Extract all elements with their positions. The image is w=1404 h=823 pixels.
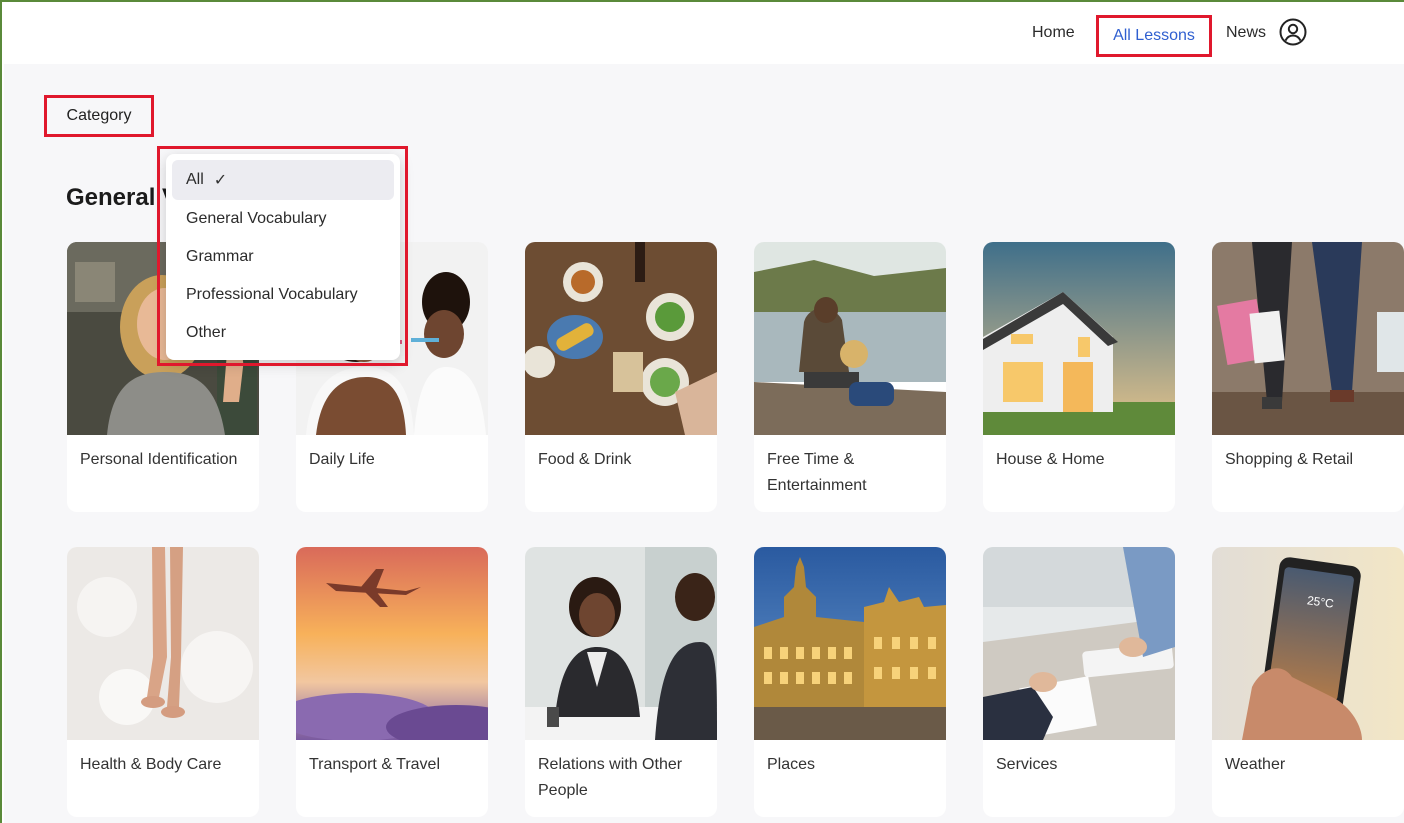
lesson-image-food-table: [525, 242, 717, 435]
lesson-card-shopping-retail[interactable]: Shopping & Retail: [1212, 242, 1404, 512]
lesson-card-label: Places: [767, 756, 816, 773]
lesson-image-business-meeting: [525, 547, 717, 740]
check-icon: ✓: [213, 172, 228, 189]
lesson-card-label: Personal Identification: [80, 451, 238, 468]
lessons-page: Category General Vocabulary Personal Ide…: [4, 64, 1404, 823]
nav-news-link[interactable]: News: [1226, 24, 1266, 42]
top-navbar: Home All Lessons News: [4, 4, 1404, 64]
category-option-general-vocabulary[interactable]: General Vocabulary: [172, 200, 394, 238]
lesson-image-grand-place: [754, 547, 946, 740]
category-option-professional-vocabulary[interactable]: Professional Vocabulary: [172, 276, 394, 314]
lesson-card-food-drink[interactable]: Food & Drink: [525, 242, 717, 512]
lesson-card-relations-with-other-people[interactable]: Relations with Other People: [525, 547, 717, 817]
lesson-card-free-time-entertainment[interactable]: Free Time & Entertainment: [754, 242, 946, 512]
category-option-label: All: [186, 171, 204, 188]
browser-viewport: Home All Lessons News Category General V…: [0, 0, 1404, 823]
lesson-card-label: Free Time & Entertainment: [767, 451, 867, 494]
lesson-image-house-at-dusk: [983, 242, 1175, 435]
lesson-card-house-home[interactable]: House & Home: [983, 242, 1175, 512]
lesson-card-label: Transport & Travel: [309, 756, 441, 773]
lesson-card-weather[interactable]: 25°C Weather: [1212, 547, 1404, 817]
category-option-grammar[interactable]: Grammar: [172, 238, 394, 276]
lesson-card-label: Relations with Other People: [538, 756, 683, 799]
category-filter-label[interactable]: Category: [44, 95, 154, 137]
lesson-image-bath-foam: [67, 547, 259, 740]
category-option-other[interactable]: Other: [172, 314, 394, 352]
lesson-card-label: Services: [996, 756, 1058, 773]
lesson-image-weather-phone: 25°C: [1212, 547, 1404, 740]
lesson-card-label: Weather: [1225, 756, 1286, 773]
lesson-card-label: House & Home: [996, 451, 1105, 468]
nav-home-link[interactable]: Home: [1032, 24, 1075, 42]
lesson-image-office-desk: [983, 547, 1175, 740]
lesson-image-man-by-lake: [754, 242, 946, 435]
lesson-card-health-body-care[interactable]: Health & Body Care: [67, 547, 259, 817]
lesson-card-label: Health & Body Care: [80, 756, 222, 773]
lesson-card-transport-travel[interactable]: Transport & Travel: [296, 547, 488, 817]
lesson-card-label: Shopping & Retail: [1225, 451, 1354, 468]
lesson-card-label: Daily Life: [309, 451, 375, 468]
lesson-image-shopping-bags: [1212, 242, 1404, 435]
nav-all-lessons-link[interactable]: All Lessons: [1096, 15, 1212, 57]
category-dropdown-menu: All ✓ General Vocabulary Grammar Profess…: [166, 154, 400, 360]
category-option-all[interactable]: All ✓: [172, 160, 394, 200]
lesson-card-services[interactable]: Services: [983, 547, 1175, 817]
lesson-card-places[interactable]: Places: [754, 547, 946, 817]
user-circle-icon[interactable]: [1278, 17, 1308, 47]
lesson-card-label: Food & Drink: [538, 451, 632, 468]
lesson-image-plane-sunset: [296, 547, 488, 740]
